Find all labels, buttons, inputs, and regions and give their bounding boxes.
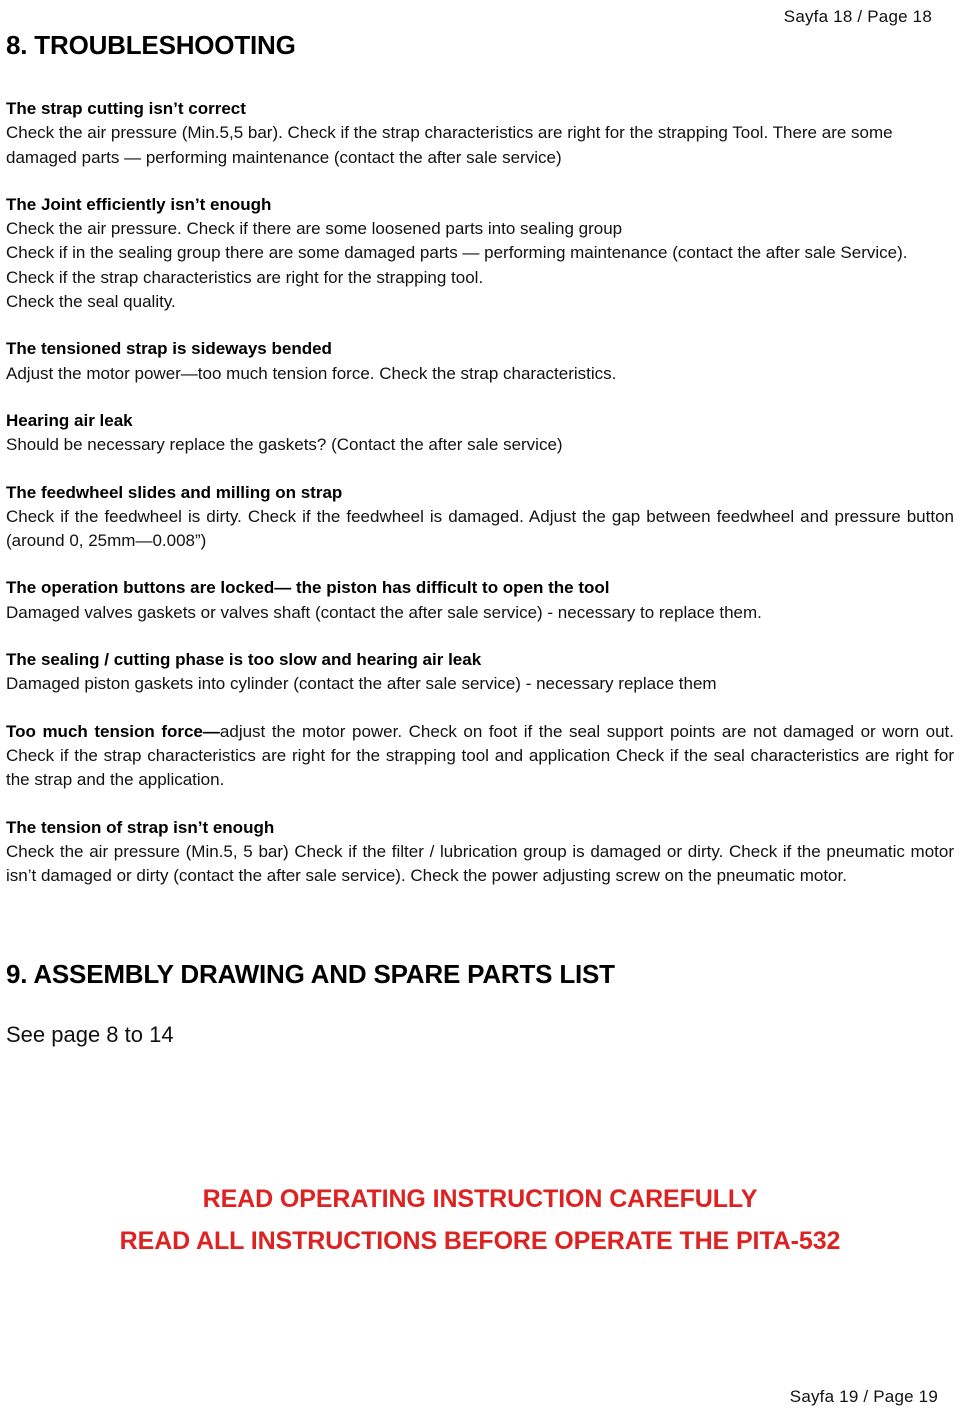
troubleshooting-heading-text: Too much tension force— — [6, 721, 220, 741]
troubleshooting-body: Too much tension force—adjust the motor … — [6, 720, 954, 793]
troubleshooting-heading: The strap cutting isn’t correct — [6, 97, 954, 121]
troubleshooting-item: Too much tension force—adjust the motor … — [6, 720, 954, 793]
troubleshooting-body: Check the seal quality. — [6, 292, 176, 312]
troubleshooting-body: Check if in the sealing group there are … — [6, 243, 908, 287]
troubleshooting-body: Check the air pressure (Min.5,5 bar). Ch… — [6, 123, 893, 167]
troubleshooting-item: Hearing air leak Should be necessary rep… — [6, 409, 954, 458]
troubleshooting-heading: The feedwheel slides and milling on stra… — [6, 481, 954, 505]
troubleshooting-heading: The sealing / cutting phase is too slow … — [6, 648, 954, 672]
troubleshooting-body: Damaged valves gaskets or valves shaft (… — [6, 602, 762, 622]
troubleshooting-heading-text: Hearing air leak — [6, 410, 133, 430]
document-page: Sayfa 18 / Page 18 8. TROUBLESHOOTING Th… — [0, 0, 960, 1427]
troubleshooting-heading: Hearing air leak — [6, 409, 954, 433]
warning-notice-line-2: READ ALL INSTRUCTIONS BEFORE OPERATE THE… — [119, 1227, 841, 1256]
troubleshooting-item: The tensioned strap is sideways bended A… — [6, 337, 954, 386]
troubleshooting-heading: The Joint efficiently isn’t enough — [6, 193, 954, 217]
troubleshooting-body: Check the air pressure. Check if there a… — [6, 219, 623, 239]
see-page-reference: See page 8 to 14 — [6, 1022, 174, 1048]
section-title-assembly: 9. ASSEMBLY DRAWING AND SPARE PARTS LIST — [6, 959, 615, 990]
troubleshooting-heading-text: The operation buttons are locked— the pi… — [6, 578, 610, 598]
troubleshooting-heading-text: The sealing / cutting phase is too slow … — [6, 650, 482, 670]
troubleshooting-body: Damaged piston gaskets into cylinder (co… — [6, 674, 717, 694]
troubleshooting-item: The sealing / cutting phase is too slow … — [6, 648, 954, 697]
section-title-troubleshooting: 8. TROUBLESHOOTING — [6, 30, 296, 60]
troubleshooting-body: Adjust the motor power—too much tension … — [6, 363, 617, 383]
troubleshooting-item: The operation buttons are locked— the pi… — [6, 576, 954, 625]
troubleshooting-item: The feedwheel slides and milling on stra… — [6, 481, 954, 554]
troubleshooting-heading-text: The tension of strap isn’t enough — [6, 817, 275, 837]
page-header: Sayfa 18 / Page 18 — [783, 7, 932, 26]
troubleshooting-body: Check if the feedwheel is dirty. Check i… — [6, 506, 954, 551]
warning-notice-line-1: READ OPERATING INSTRUCTION CAREFULLY — [202, 1185, 758, 1214]
troubleshooting-heading-text: The feedwheel slides and milling on stra… — [6, 482, 343, 502]
troubleshooting-heading: The operation buttons are locked— the pi… — [6, 576, 954, 600]
vertical-spacer — [6, 888, 954, 958]
troubleshooting-item: The tension of strap isn’t enough Check … — [6, 816, 954, 889]
vertical-spacer — [6, 1050, 954, 1178]
troubleshooting-heading: The tensioned strap is sideways bended — [6, 337, 954, 361]
troubleshooting-heading-text: The Joint efficiently isn’t enough — [6, 194, 272, 214]
troubleshooting-heading-text: The tensioned strap is sideways bended — [6, 339, 332, 359]
troubleshooting-heading-text: The strap cutting isn’t correct — [6, 99, 246, 118]
troubleshooting-body: Check the air pressure (Min.5, 5 bar) Ch… — [6, 841, 954, 886]
vertical-spacer — [6, 990, 954, 1020]
warning-notice: READ OPERATING INSTRUCTION CAREFULLY REA… — [6, 1178, 954, 1262]
troubleshooting-body: Should be necessary replace the gaskets?… — [6, 435, 563, 455]
troubleshooting-item: The strap cutting isn’t correct Check th… — [6, 97, 954, 170]
troubleshooting-item: The Joint efficiently isn’t enough Check… — [6, 193, 954, 314]
troubleshooting-heading: The tension of strap isn’t enough — [6, 816, 954, 840]
page-footer: Sayfa 19 / Page 19 — [789, 1387, 938, 1406]
